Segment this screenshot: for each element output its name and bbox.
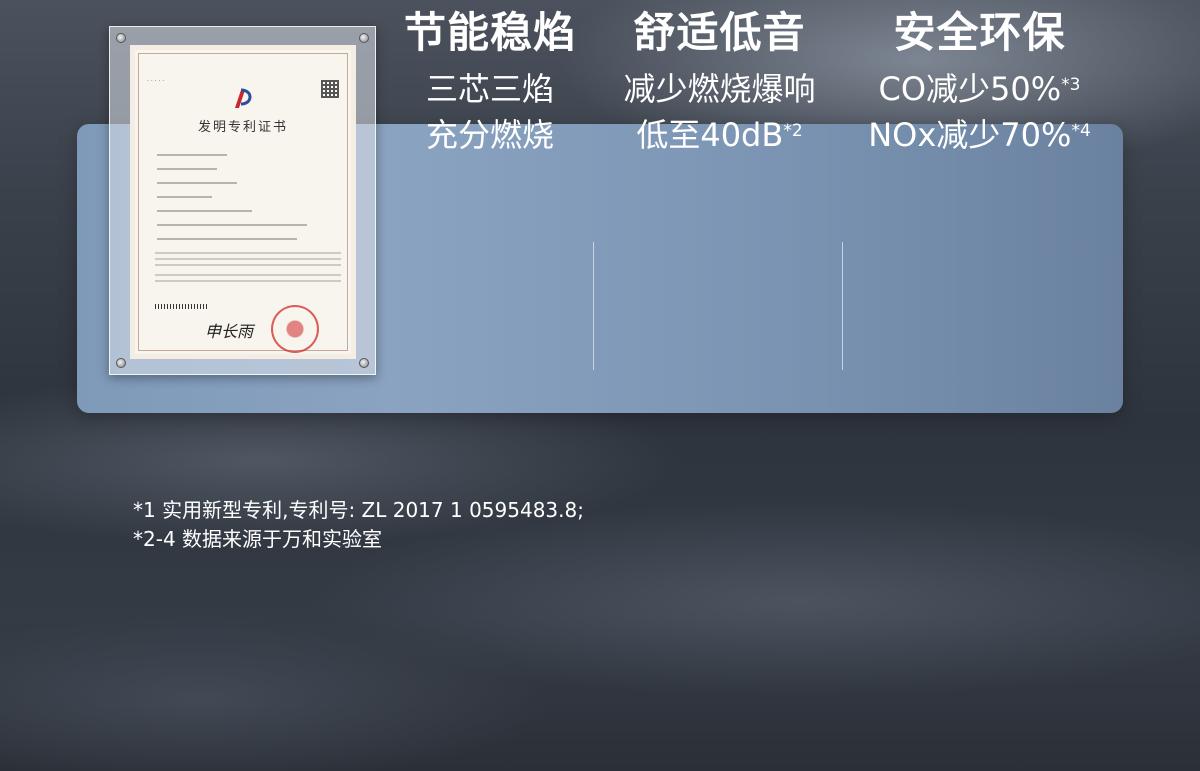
screw-icon (116, 33, 126, 43)
certificate-header-text: · · · · · (147, 78, 165, 85)
footnote-patent: *1 实用新型专利,专利号: ZL 2017 1 0595483.8; (133, 498, 584, 522)
certificate-paragraph-line (155, 252, 341, 254)
feature-energy-saving: 节能稳焰 三芯三焰 充分燃烧 (395, 0, 585, 160)
feature-safety-eco: 安全环保 CO减少50%*3 NOx减少70%*4 (852, 0, 1107, 160)
certificate-title: 发明专利证书 (197, 120, 288, 135)
footnote-data-source: *2-4 数据来源于万和实验室 (133, 527, 383, 551)
feature-title: 节能稳焰 (403, 8, 576, 57)
cnipa-logo-icon (235, 88, 252, 108)
certificate-paragraph-line (155, 264, 341, 266)
certificate-paragraph-line (155, 280, 341, 282)
certificate-paragraph-line (155, 274, 341, 276)
screw-icon (359, 33, 369, 43)
feature-low-noise: 舒适低音 减少燃烧爆响 低至40dB*2 (602, 0, 837, 160)
feature-divider (842, 242, 843, 370)
certificate-text-line (157, 238, 297, 240)
feature-line: CO减少50%*3 (878, 70, 1081, 108)
certificate-text-line (157, 196, 212, 198)
certificate-text-line (157, 154, 227, 156)
certificate-text-line (157, 182, 237, 184)
feature-title: 安全环保 (893, 8, 1066, 57)
screw-icon (116, 358, 126, 368)
feature-line: 减少燃烧爆响 (623, 70, 816, 108)
patent-certificate: · · · · · 发明专利证书 申长雨 (130, 45, 356, 359)
feature-divider (593, 242, 594, 370)
certificate-text-line (157, 224, 307, 226)
feature-line: 充分燃烧 (425, 116, 554, 154)
certificate-signature: 申长雨 (205, 322, 254, 341)
certificate-text-line (157, 168, 217, 170)
feature-line: 三芯三焰 (425, 70, 554, 108)
qr-code-icon (321, 80, 339, 98)
barcode-icon (155, 304, 209, 309)
feature-line: 低至40dB*2 (636, 116, 803, 154)
feature-title: 舒适低音 (633, 8, 806, 57)
patent-certificate-frame: · · · · · 发明专利证书 申长雨 (109, 26, 376, 375)
feature-line: NOx减少70%*4 (868, 116, 1091, 154)
certificate-paragraph-line (155, 258, 341, 260)
screw-icon (359, 358, 369, 368)
official-seal-icon (271, 305, 319, 353)
certificate-text-line (157, 210, 252, 212)
footnotes: *1 实用新型专利,专利号: ZL 2017 1 0595483.8; *2-4… (133, 496, 584, 554)
